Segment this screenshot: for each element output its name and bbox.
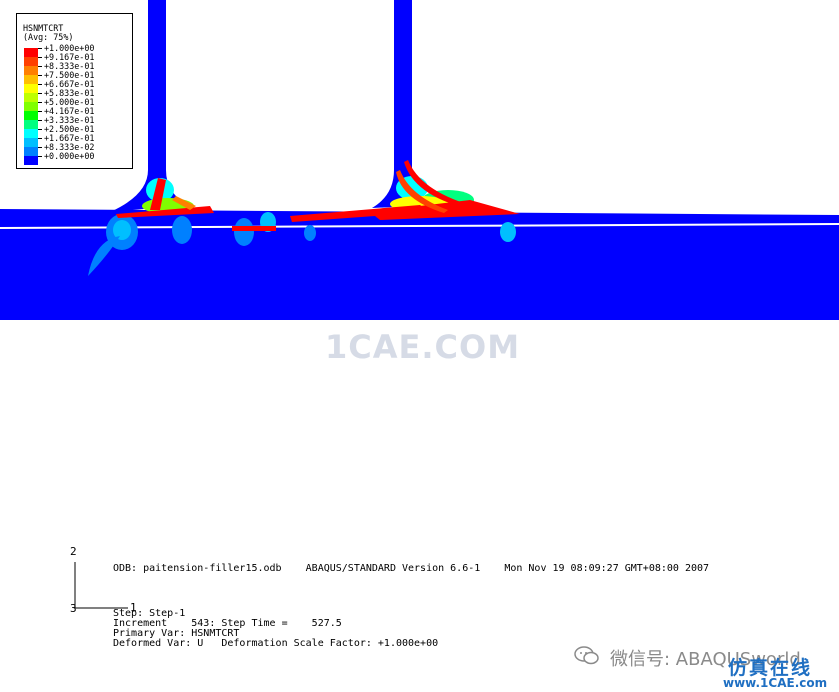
legend-swatch (24, 93, 38, 102)
wechat-icon (574, 646, 599, 665)
legend-tick (38, 48, 42, 49)
legend-swatch (24, 129, 38, 138)
legend-swatch (24, 84, 38, 93)
legend-tick (38, 84, 42, 85)
legend-swatch (24, 138, 38, 147)
legend-swatch (24, 120, 38, 129)
legend-tick (38, 156, 42, 157)
legend-entry: +0.000e+00 (24, 152, 94, 165)
abaqus-viewport[interactable]: HSNMTCRT (Avg: 75%) +1.000e+00 +9.167e-01… (0, 0, 839, 692)
legend-tick (38, 102, 42, 103)
triad-axis-2-label: 2 (70, 545, 77, 558)
contour-legend[interactable]: HSNMTCRT (Avg: 75%) +1.000e+00 +9.167e-01… (16, 13, 133, 169)
legend-entries: +1.000e+00 +9.167e-01 +8.333e-01 +7.500e-01… (24, 44, 94, 165)
legend-swatch (24, 48, 38, 57)
legend-swatch (24, 66, 38, 75)
right-stiffener (372, 0, 440, 208)
legend-value: +0.000e+00 (44, 151, 95, 161)
legend-tick (38, 138, 42, 139)
legend-averaging: (Avg: 75%) (23, 32, 74, 42)
watermark-text: 1CAE.COM (325, 328, 521, 366)
legend-tick (38, 147, 42, 148)
legend-swatch (24, 102, 38, 111)
triad-axis-3-label: 3 (70, 602, 77, 615)
legend-tick (38, 120, 42, 121)
legend-swatch (24, 57, 38, 66)
legend-tick (38, 75, 42, 76)
brand-site-url: www.1CAE.com (723, 676, 828, 690)
legend-tick (38, 129, 42, 130)
legend-tick (38, 66, 42, 67)
legend-tick (38, 57, 42, 58)
legend-tick (38, 111, 42, 112)
odb-info-line: ODB: paitension-filler15.odb ABAQUS/STAN… (113, 563, 710, 574)
legend-swatch (24, 75, 38, 84)
legend-swatch (24, 147, 38, 156)
legend-swatch (24, 156, 38, 165)
legend-swatch (24, 111, 38, 120)
deformed-var-line: Deformed Var: U Deformation Scale Factor… (113, 638, 439, 649)
legend-tick (38, 93, 42, 94)
